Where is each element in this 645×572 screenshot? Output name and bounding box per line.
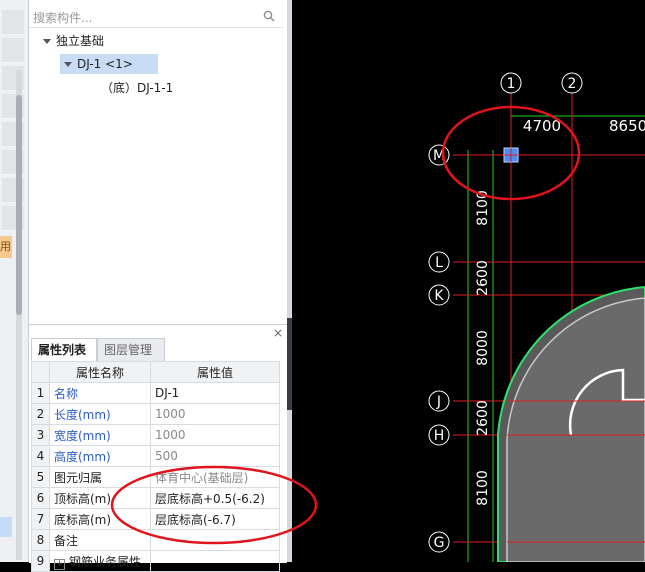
row-number: 1 [31, 382, 50, 404]
row-number: 9 [31, 550, 50, 572]
building-outline[interactable] [497, 285, 645, 562]
property-name: 宽度(mm) [49, 424, 151, 446]
table-header-num [31, 361, 50, 383]
tab-property-list[interactable]: 属性列表 [31, 338, 97, 361]
row-number: 6 [31, 487, 50, 509]
axis-bubble-K[interactable]: K [428, 284, 450, 306]
search-box[interactable]: 搜索构件... [29, 5, 283, 28]
row-number: 5 [31, 466, 50, 488]
row-number: 2 [31, 403, 50, 425]
property-group[interactable]: + 钢筋业务属性 [49, 550, 151, 572]
row-number: 8 [31, 529, 50, 551]
svg-text:H: H [434, 428, 445, 444]
property-value [150, 550, 280, 572]
tab-layer-management[interactable]: 图层管理 [97, 338, 165, 361]
property-value[interactable]: 1000 [150, 403, 280, 425]
table-row[interactable]: 3 宽度(mm) 1000 [31, 424, 280, 446]
strip-cell[interactable] [2, 38, 24, 63]
cad-canvas[interactable]: 1 2 M L K J H G 4700 8650 8100 2600 8000… [293, 0, 645, 562]
splitter-grip-handle[interactable] [287, 318, 292, 410]
tree-node-label: 独立基础 [56, 34, 105, 48]
axis-bubble-1[interactable]: 1 [500, 72, 522, 94]
table-row[interactable]: 1 名称 DJ-1 [31, 382, 280, 404]
dimension-text: 2600 [475, 400, 491, 436]
strip-tag[interactable]: 用 [0, 236, 12, 258]
table-header-row: 属性名称 属性值 [31, 361, 280, 383]
axis-bubble-H[interactable]: H [428, 424, 450, 446]
row-number: 4 [31, 445, 50, 467]
property-value[interactable]: DJ-1 [150, 382, 280, 404]
property-name: 名称 [49, 382, 151, 404]
search-icon[interactable] [263, 10, 275, 22]
tree-node-foundation[interactable]: 独立基础 [43, 31, 104, 51]
table-row[interactable]: 2 长度(mm) 1000 [31, 403, 280, 425]
tree-node-dj1-1[interactable]: （底）DJ-1-1 [101, 78, 173, 98]
dimension-text: 4700 [523, 117, 561, 135]
axis-bubble-2[interactable]: 2 [561, 72, 583, 94]
tree-node-label: （底）DJ-1-1 [101, 81, 174, 95]
tree-node-label: DJ-1 <1> [77, 57, 133, 71]
table-header-value: 属性值 [150, 361, 280, 383]
axis-bubble-J[interactable]: J [428, 390, 450, 412]
table-row[interactable]: 9 + 钢筋业务属性 [31, 550, 280, 572]
left-toolbar-strip: 用 [0, 0, 29, 562]
dimension-text: 8000 [475, 330, 491, 366]
svg-text:L: L [435, 255, 443, 271]
close-icon[interactable]: × [273, 326, 283, 340]
row-number: 7 [31, 508, 50, 530]
axis-bubble-G[interactable]: G [428, 531, 450, 553]
svg-text:J: J [436, 394, 441, 410]
property-name: 长度(mm) [49, 403, 151, 425]
search-input[interactable]: 搜索构件... [33, 9, 92, 26]
expand-plus-icon[interactable]: + [54, 558, 65, 570]
axis-bubble-L[interactable]: L [428, 251, 450, 273]
svg-text:2: 2 [568, 76, 577, 92]
annotation-ellipse-props [110, 465, 318, 545]
expand-arrow-icon[interactable] [64, 62, 72, 67]
strip-selected-item[interactable] [0, 517, 12, 537]
cad-drawing[interactable]: 1 2 M L K J H G 4700 8650 8100 2600 8000… [293, 0, 645, 562]
selected-foundation-dj1[interactable] [503, 147, 519, 163]
svg-text:G: G [434, 535, 445, 551]
expand-arrow-icon[interactable] [43, 39, 51, 44]
dimension-text: 8650 [609, 117, 645, 135]
dimension-text: 8100 [475, 470, 491, 506]
strip-cell[interactable] [2, 10, 24, 35]
svg-text:1: 1 [507, 76, 516, 92]
row-number: 3 [31, 424, 50, 446]
strip-scroll-thumb[interactable] [16, 95, 22, 315]
axis-bubble-M[interactable]: M [428, 144, 450, 166]
dimension-text: 2600 [475, 260, 491, 296]
table-header-name: 属性名称 [49, 361, 151, 383]
tree-node-dj1[interactable]: DJ-1 <1> [60, 54, 158, 74]
svg-text:K: K [434, 288, 444, 304]
property-value[interactable]: 1000 [150, 424, 280, 446]
